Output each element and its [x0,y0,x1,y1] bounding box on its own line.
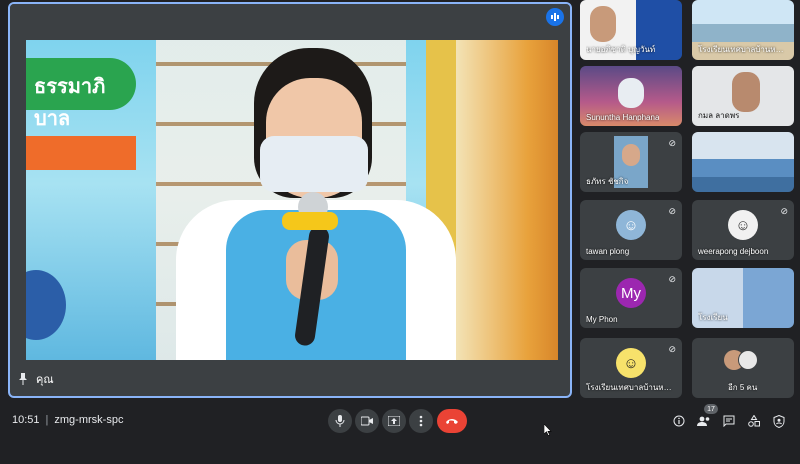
presenter-video: ธรรมาภิบาล [26,40,558,360]
participant-name: ธภัทร ชัชกิจ [586,177,629,186]
end-call-icon [446,419,458,424]
participant-count-badge: 17 [704,404,718,414]
camera-icon [361,416,373,426]
video-curtain [456,40,558,360]
participant-name: My Phon [586,315,618,324]
activities-button[interactable] [745,412,763,430]
mic-off-icon: ⊘ [780,206,788,216]
present-button[interactable] [382,409,406,433]
bottom-control-bar: 10:51 | zmg-mrsk-spc 17 [0,404,800,438]
participant-name: โรงเรียน [698,313,728,322]
mouse-cursor-icon [544,424,552,436]
meeting-code: zmg-mrsk-spc [54,414,124,426]
participant-tile[interactable]: โรงเรียน [692,268,794,328]
participant-tile[interactable]: ☺ ⊘ weerapong dejboon [692,200,794,260]
separator: | [45,414,49,426]
main-stage-tile[interactable]: ธรรมาภิบาล คุณ [8,2,572,398]
participant-face [618,78,644,108]
participant-name: นายอภิชาติ บุญวันท์ [586,45,656,54]
activities-icon [748,415,760,427]
poster-orange [26,136,136,170]
more-participants-tile[interactable]: อีก 5 คน [692,338,794,398]
participant-name: Sununtha Hanphana [586,113,660,122]
participant-tile[interactable]: ☺ ⊘ tawan plong [580,200,682,260]
footer-strip [0,440,800,464]
participant-avatar: ☺ [616,210,646,240]
participant-avatar: ☺ [616,348,646,378]
end-call-button[interactable] [437,409,467,433]
mic-off-icon: ⊘ [668,138,676,148]
participant-tile[interactable]: Sununtha Hanphana [580,66,682,126]
participant-name: กมล ลาดพร [698,111,740,120]
poster-sign: ธรรมาภิบาล [26,58,136,130]
participant-avatar [738,350,758,370]
stage-name-label: คุณ [18,370,54,388]
participant-name: weerapong dejboon [698,247,769,256]
more-options-button[interactable] [409,409,433,433]
participant-name: โรงเรียนเทศบาลบ้านหนอง... [586,383,676,392]
chat-button[interactable] [720,412,738,430]
people-icon [697,416,710,426]
participant-avatar: ☺ [728,210,758,240]
meeting-info-button[interactable] [670,412,688,430]
speaking-indicator-icon [546,8,564,26]
more-vert-icon [419,415,423,427]
participant-face [732,72,760,112]
camera-button[interactable] [355,409,379,433]
stage-participant-name: คุณ [36,374,54,386]
mic-off-icon: ⊘ [668,344,676,354]
more-participants-label: อีก 5 คน [728,383,758,392]
participant-tile[interactable]: ⊘ ธภัทร ชัชกิจ [580,132,682,192]
participant-tile[interactable]: โรงเรียนเทศบาลบ้านหนอง... [692,0,794,60]
host-controls-icon [773,414,785,428]
host-controls-button[interactable] [770,412,788,430]
participant-video [692,132,794,192]
stage-topbar [10,4,570,40]
meeting-details: 10:51 | zmg-mrsk-spc [12,414,123,426]
microphone-button[interactable] [328,409,352,433]
participant-name: โรงเรียนเทศบาลบ้านหนอง... [698,45,788,54]
participant-tile[interactable]: ☺ ⊘ โรงเรียนเทศบาลบ้านหนอง... [580,338,682,398]
participant-tile[interactable]: นายอภิชาติ บุญวันท์ [580,0,682,60]
participant-name: tawan plong [586,247,630,256]
mic-off-icon: ⊘ [668,206,676,216]
face-mask [260,136,368,192]
participant-avatar: My [616,278,646,308]
info-icon [673,415,685,427]
present-icon [388,416,400,426]
people-button[interactable] [695,412,713,430]
meeting-time: 10:51 [12,414,40,426]
mic-icon [335,415,345,427]
participant-face [622,144,640,166]
participant-tile[interactable]: กมล ลาดพร [692,66,794,126]
pin-icon[interactable] [18,373,28,385]
microphone-band [282,212,338,230]
meet-window: ธรรมาภิบาล คุณ นายอภิชาติ บุญวันท์ โรงเร… [0,0,800,464]
participant-face [590,6,616,42]
mic-off-icon: ⊘ [668,274,676,284]
participant-tile[interactable] [692,132,794,192]
chat-icon [723,415,735,427]
participant-tile[interactable]: My ⊘ My Phon [580,268,682,328]
